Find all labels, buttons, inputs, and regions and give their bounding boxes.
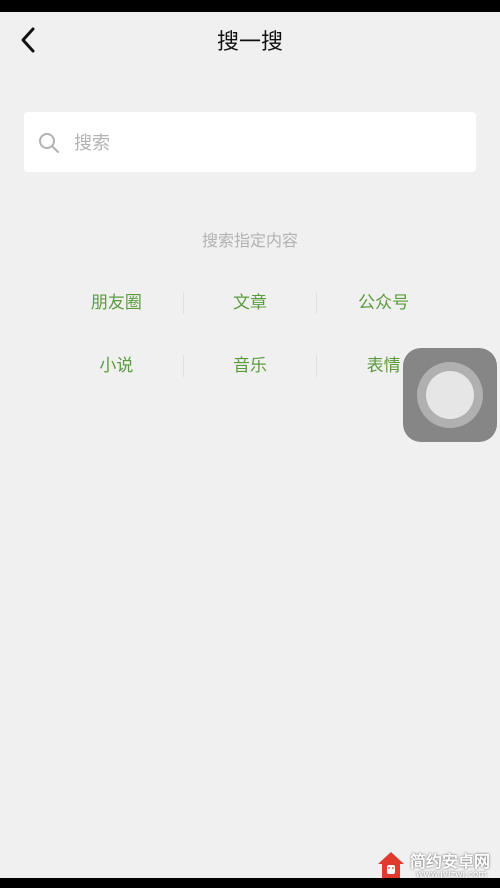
category-novels[interactable]: 小说 [50,346,183,386]
bottom-bar [0,878,500,888]
category-music[interactable]: 音乐 [184,346,317,386]
category-moments[interactable]: 朋友圈 [50,283,183,323]
assistive-touch-center [426,371,474,419]
page-title: 搜一搜 [216,30,283,55]
category-official-accounts[interactable]: 公众号 [317,283,450,323]
android-house-logo-icon [378,852,404,878]
assistive-touch-button[interactable] [403,348,497,442]
search-box[interactable] [24,112,476,172]
search-hint: 搜索指定内容 [201,231,298,250]
search-icon [39,133,59,153]
watermark-name: 简约安卓网 [410,852,491,871]
status-bar [0,0,500,12]
category-row: 小说 音乐 表情 [50,346,450,386]
header: 搜一搜 [0,12,500,68]
search-input[interactable] [72,122,466,164]
category-row: 朋友圈 文章 公众号 [50,283,450,323]
category-articles[interactable]: 文章 [184,283,317,323]
